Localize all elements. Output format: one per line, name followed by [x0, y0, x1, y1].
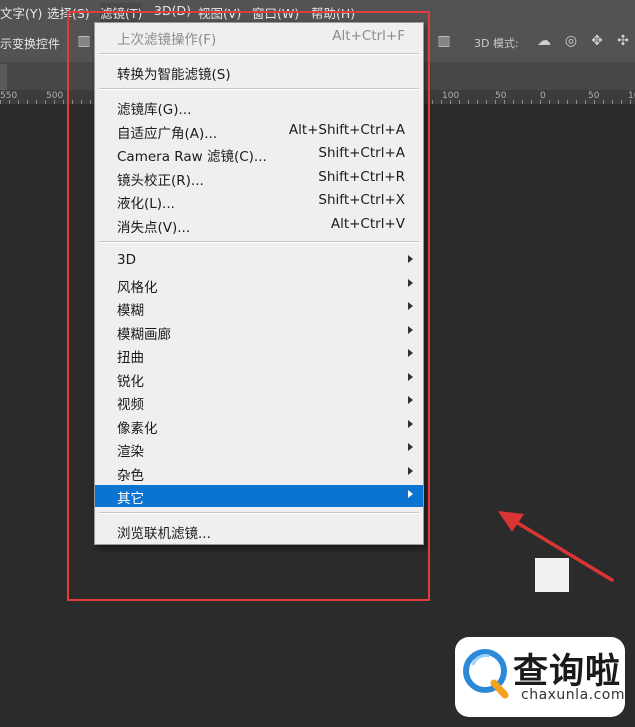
- 3d-orbit-icon[interactable]: ☁: [536, 33, 552, 49]
- watermark-brand-en: chaxunla.com: [521, 687, 625, 703]
- show-transform-controls-label[interactable]: 示变换控件: [0, 35, 60, 52]
- highlight-box: [67, 11, 430, 601]
- watermark: 查询啦 chaxunla.com: [455, 637, 625, 717]
- 3d-roll-icon[interactable]: ◎: [563, 33, 579, 49]
- 3d-pan-icon[interactable]: ✥: [589, 33, 605, 49]
- document-tab[interactable]: [0, 64, 7, 90]
- menu-text[interactable]: 文字(Y): [0, 3, 42, 22]
- magnifier-logo-icon: [463, 649, 509, 699]
- 3d-mode-label: 3D 模式:: [474, 37, 519, 50]
- red-arrow-icon: [498, 511, 614, 582]
- distribute-icon[interactable]: ▥: [436, 33, 452, 49]
- 3d-slide-icon[interactable]: ✣: [615, 33, 631, 49]
